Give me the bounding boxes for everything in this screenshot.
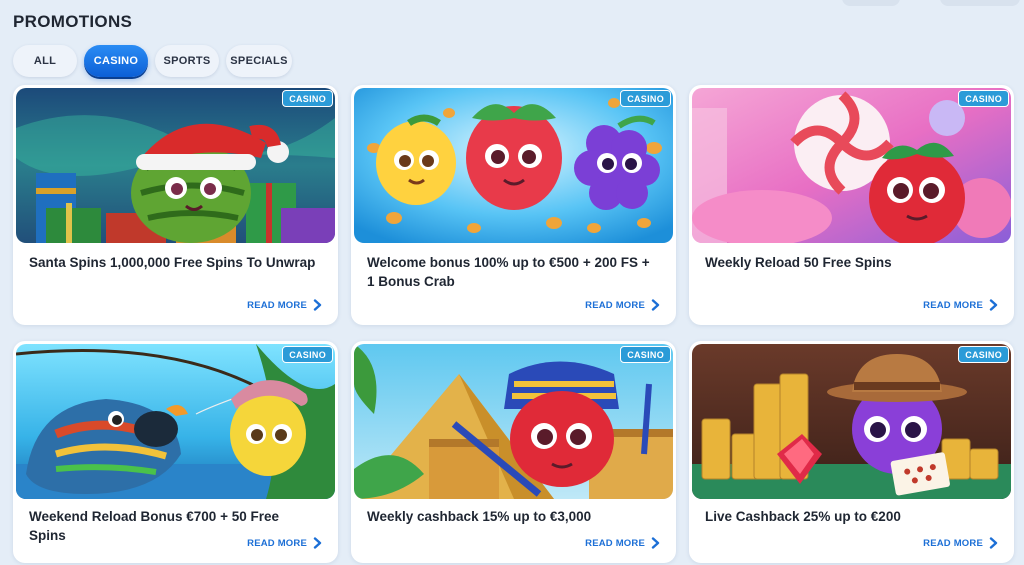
promo-title: Weekly Reload 50 Free Spins: [705, 255, 892, 270]
read-more-link[interactable]: READ MORE: [923, 299, 998, 311]
read-more-link[interactable]: READ MORE: [923, 537, 998, 549]
category-badge: CASINO: [958, 90, 1009, 107]
promo-title: Live Cashback 25% up to €200: [705, 509, 901, 524]
read-more-label: READ MORE: [247, 299, 307, 311]
read-more-label: READ MORE: [923, 537, 983, 549]
read-more-label: READ MORE: [923, 299, 983, 311]
read-more-link[interactable]: READ MORE: [247, 537, 322, 549]
read-more-label: READ MORE: [247, 537, 307, 549]
category-badge: CASINO: [620, 90, 671, 107]
promo-title: Santa Spins 1,000,000 Free Spins To Unwr…: [29, 255, 316, 270]
promo-card[interactable]: CASINO Santa Spins 1,000,000 Free Spins …: [13, 85, 338, 325]
top-nav-fragment: [842, 0, 900, 6]
read-more-link[interactable]: READ MORE: [247, 299, 322, 311]
top-nav-fragment: [940, 0, 1020, 6]
promo-image-fruit-trio: [354, 88, 673, 243]
read-more-link[interactable]: READ MORE: [585, 299, 660, 311]
filter-tabs: ALL CASINO SPORTS SPECIALS: [13, 45, 292, 77]
chevron-right-icon: [989, 299, 998, 311]
chevron-right-icon: [989, 537, 998, 549]
promo-image-strawberry-candy: [692, 88, 1011, 243]
category-badge: CASINO: [620, 346, 671, 363]
promo-card[interactable]: CASINO Weekly cashback 15% up to €3,000 …: [351, 341, 676, 563]
filter-tab-casino[interactable]: CASINO: [84, 45, 148, 77]
chevron-right-icon: [651, 299, 660, 311]
promotions-grid: CASINO Santa Spins 1,000,000 Free Spins …: [13, 85, 1014, 563]
promo-card[interactable]: CASINO Weekly Reload 50 Free Spins READ …: [689, 85, 1014, 325]
promo-title: Welcome bonus 100% up to €500 + 200 FS +…: [367, 255, 650, 289]
chevron-right-icon: [651, 537, 660, 549]
read-more-label: READ MORE: [585, 537, 645, 549]
chevron-right-icon: [313, 537, 322, 549]
filter-tab-all[interactable]: ALL: [13, 45, 77, 77]
promo-card[interactable]: CASINO Live Cashback 25% up to €200 READ…: [689, 341, 1014, 563]
read-more-link[interactable]: READ MORE: [585, 537, 660, 549]
promo-card[interactable]: CASINO Welcome bonus 100% up to €500 + 2…: [351, 85, 676, 325]
promo-image-watermelon-santa: [16, 88, 335, 243]
promo-image-fishing-lemon: [16, 344, 335, 499]
promo-image-cowboy-grape: [692, 344, 1011, 499]
category-badge: CASINO: [958, 346, 1009, 363]
category-badge: CASINO: [282, 346, 333, 363]
filter-tab-sports[interactable]: SPORTS: [155, 45, 219, 77]
promo-card[interactable]: CASINO Weekend Reload Bonus €700 + 50 Fr…: [13, 341, 338, 563]
category-badge: CASINO: [282, 90, 333, 107]
read-more-label: READ MORE: [585, 299, 645, 311]
promo-image-pharaoh-strawberry: [354, 344, 673, 499]
filter-tab-specials[interactable]: SPECIALS: [226, 45, 292, 77]
promo-title: Weekly cashback 15% up to €3,000: [367, 509, 592, 524]
page-title: PROMOTIONS: [13, 12, 133, 31]
chevron-right-icon: [313, 299, 322, 311]
